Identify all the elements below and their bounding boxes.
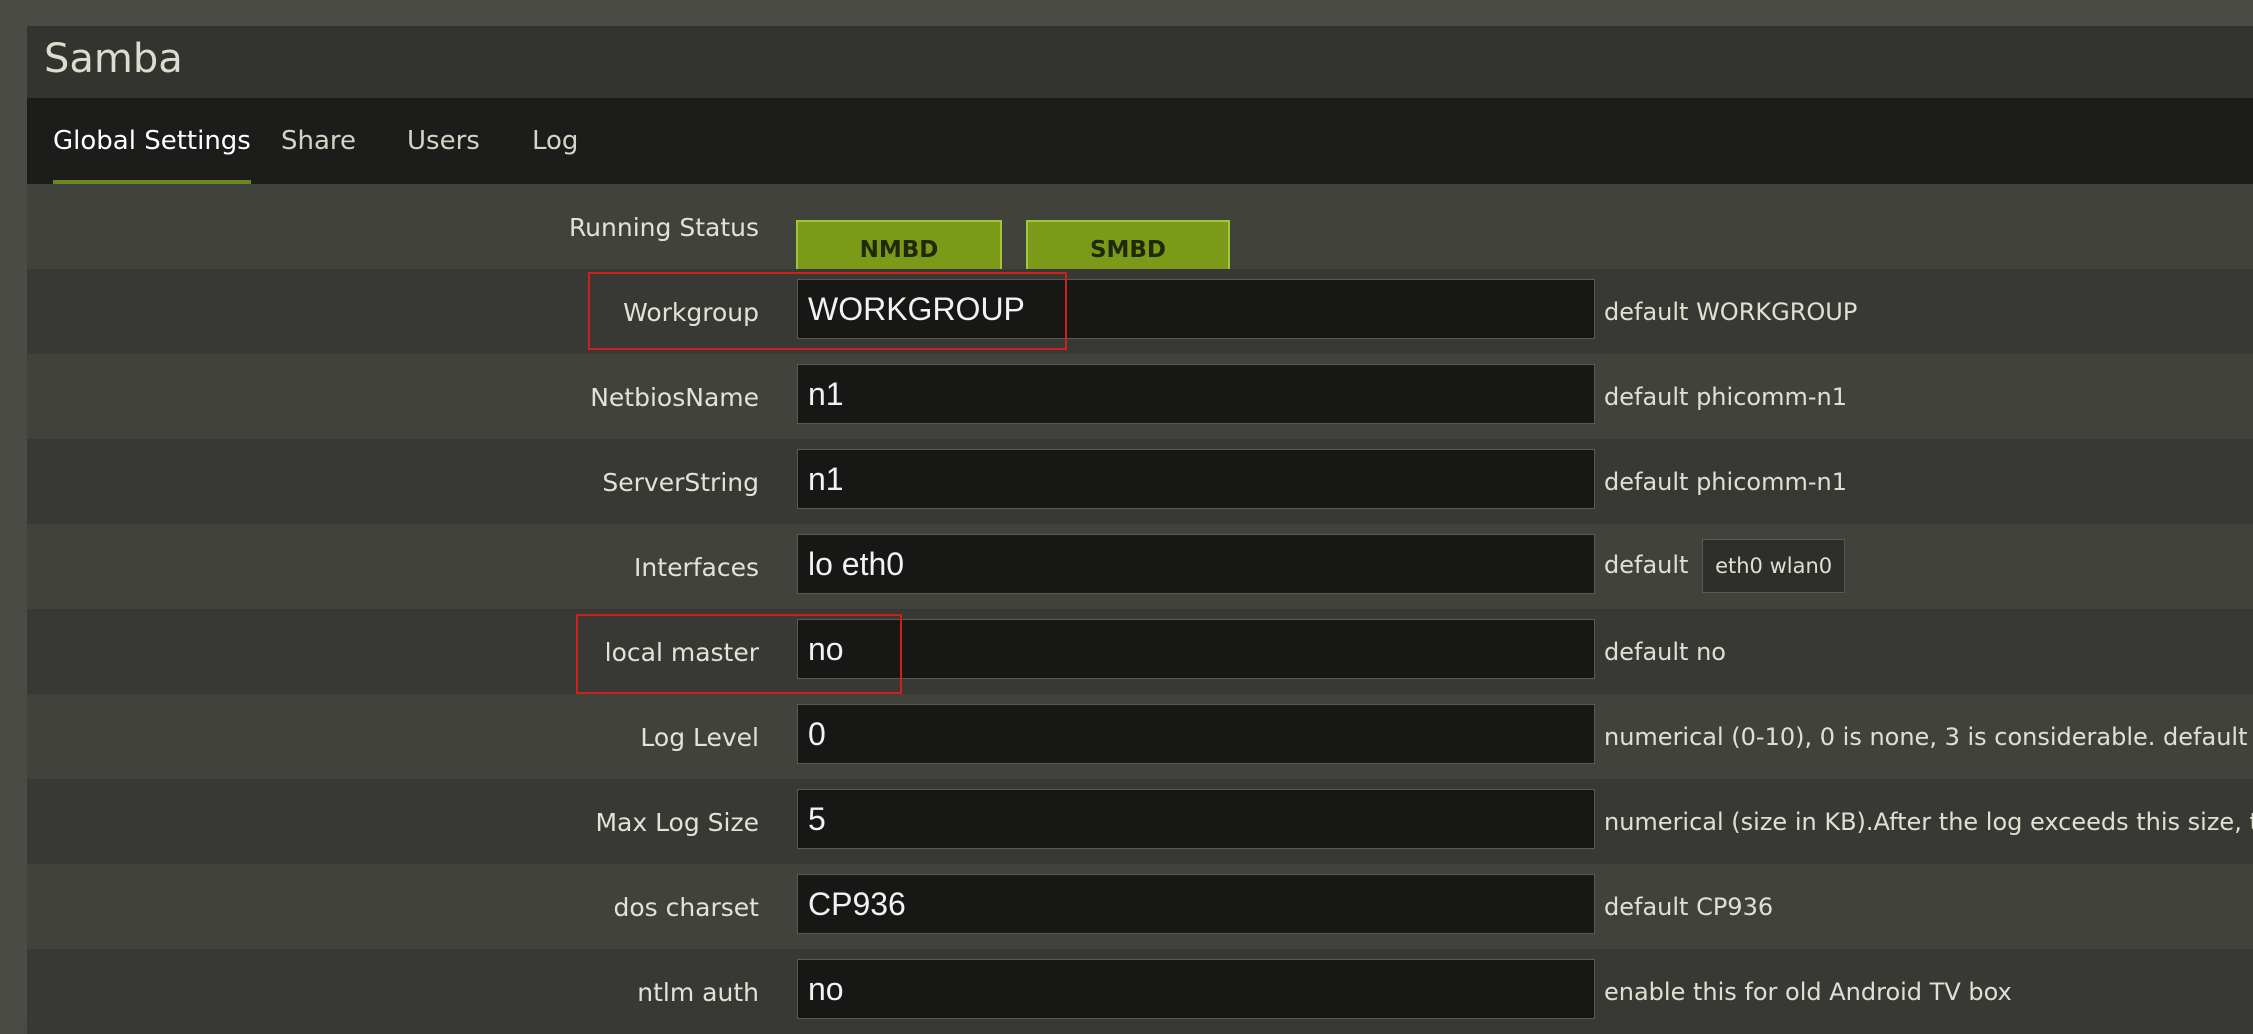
- running-status-label: Running Status: [568, 213, 759, 242]
- netbiosname-label: NetbiosName: [590, 383, 759, 412]
- log-level-label: Log Level: [640, 723, 759, 752]
- running-status-row: Running Status NMBD RUNNING SMBD RUNNING: [27, 184, 2253, 319]
- tab-global-settings[interactable]: Global Settings: [53, 98, 251, 184]
- netbiosname-row: NetbiosName default phicomm-n1: [27, 354, 2253, 439]
- workgroup-label: Workgroup: [623, 298, 759, 327]
- max-log-size-input[interactable]: [797, 789, 1595, 849]
- samba-panel: Samba Global Settings Share Users Log Ru…: [27, 26, 2253, 1034]
- tab-bar: Global Settings Share Users Log: [27, 98, 2253, 184]
- ntlm-auth-input[interactable]: [797, 959, 1595, 1019]
- dos-charset-row: dos charset default CP936: [27, 864, 2253, 949]
- tab-users[interactable]: Users: [407, 98, 480, 184]
- page: Samba Global Settings Share Users Log Ru…: [0, 0, 2253, 1034]
- local-master-row: local master default no: [27, 609, 2253, 694]
- ntlm-auth-row: ntlm auth enable this for old Android TV…: [27, 949, 2253, 1034]
- max-log-size-hint: numerical (size in KB).After the log exc…: [1604, 808, 2253, 836]
- local-master-hint: default no: [1604, 638, 1726, 666]
- ntlm-auth-label: ntlm auth: [637, 978, 759, 1007]
- dos-charset-input[interactable]: [797, 874, 1595, 934]
- log-level-hint: numerical (0-10), 0 is none, 3 is consid…: [1604, 723, 2253, 751]
- serverstring-label: ServerString: [602, 468, 759, 497]
- netbiosname-hint: default phicomm-n1: [1604, 383, 1847, 411]
- workgroup-input[interactable]: [797, 279, 1595, 339]
- serverstring-hint: default phicomm-n1: [1604, 468, 1847, 496]
- interfaces-default-chip: eth0 wlan0: [1702, 539, 1846, 593]
- interfaces-hint: default eth0 wlan0: [1604, 539, 1846, 593]
- interfaces-input[interactable]: [797, 534, 1595, 594]
- interfaces-hint-text: default: [1604, 551, 1689, 579]
- title-bar: Samba: [27, 26, 2253, 98]
- ntlm-auth-hint: enable this for old Android TV box: [1604, 978, 2012, 1006]
- page-title: Samba: [44, 36, 183, 82]
- netbiosname-input[interactable]: [797, 364, 1595, 424]
- dos-charset-hint: default CP936: [1604, 893, 1774, 921]
- local-master-input[interactable]: [797, 619, 1595, 679]
- log-level-input[interactable]: [797, 704, 1595, 764]
- serverstring-row: ServerString default phicomm-n1: [27, 439, 2253, 524]
- interfaces-row: Interfaces default eth0 wlan0: [27, 524, 2253, 609]
- interfaces-label: Interfaces: [634, 553, 759, 582]
- workgroup-hint: default WORKGROUP: [1604, 298, 1858, 326]
- serverstring-input[interactable]: [797, 449, 1595, 509]
- tab-log[interactable]: Log: [532, 98, 578, 184]
- log-level-row: Log Level numerical (0-10), 0 is none, 3…: [27, 694, 2253, 779]
- local-master-label: local master: [604, 638, 759, 667]
- max-log-size-row: Max Log Size numerical (size in KB).Afte…: [27, 779, 2253, 864]
- tab-share[interactable]: Share: [281, 98, 356, 184]
- dos-charset-label: dos charset: [613, 893, 759, 922]
- max-log-size-label: Max Log Size: [595, 808, 759, 837]
- workgroup-row: Workgroup default WORKGROUP: [27, 269, 2253, 354]
